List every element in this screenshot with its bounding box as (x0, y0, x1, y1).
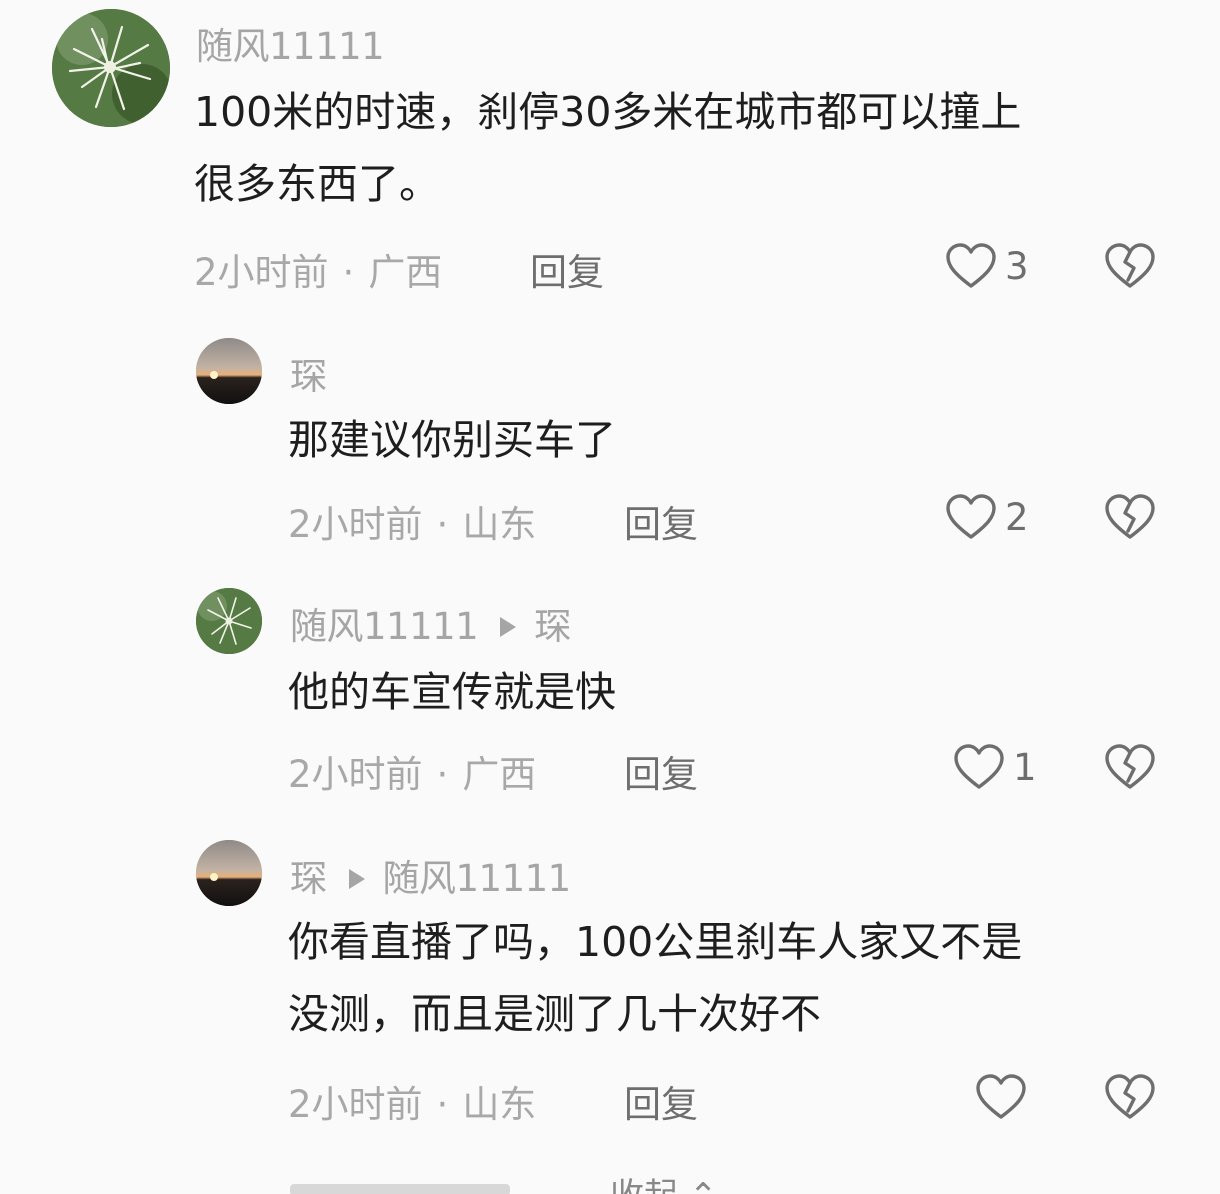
reply-target-name[interactable]: 琛 (534, 605, 571, 648)
comment-location: 广西 (462, 753, 537, 796)
user-avatar[interactable] (196, 840, 262, 906)
triangle-right-icon (500, 616, 517, 637)
sunset-avatar-icon (196, 338, 262, 404)
broken-heart-icon (1105, 1074, 1155, 1119)
comment-username: 琛 随风11111 (290, 848, 571, 902)
dislike-button[interactable] (1104, 1073, 1156, 1121)
expand-more-bar[interactable] (290, 1184, 510, 1194)
author-name[interactable]: 琛 (290, 857, 327, 900)
heart-outline-icon (976, 1074, 1026, 1119)
broken-heart-icon (1105, 494, 1155, 539)
like-count: 3 (1005, 244, 1029, 288)
user-avatar[interactable] (196, 338, 262, 404)
user-avatar[interactable] (52, 9, 170, 127)
comment-item: 琛 随风11111 你看直播了吗，100公里刹车人家又不是 没测，而且是测了几十次… (0, 812, 1220, 1152)
comment-time: 2小时前 (288, 753, 423, 796)
like-count: 2 (1005, 495, 1029, 539)
plant-avatar-icon (52, 9, 170, 127)
author-name[interactable]: 随风11111 (290, 605, 479, 648)
sunset-avatar-icon (196, 840, 262, 906)
comment-time: 2小时前 (288, 1083, 423, 1126)
broken-heart-icon (1105, 744, 1155, 789)
comment-username[interactable]: 琛 (290, 346, 327, 400)
comment-item: 随风11111 100米的时速，刹停30多米在城市都可以撞上 很多东西了。 2小… (0, 0, 1220, 310)
comment-text: 100米的时速，刹停30多米在城市都可以撞上 很多东西了。 (194, 88, 1022, 208)
collapse-label: 收起 (610, 1176, 678, 1194)
comment-footer: 收起 ⌃ (0, 1168, 1220, 1194)
heart-outline-icon (946, 494, 996, 539)
reply-button[interactable]: 回复 (624, 1074, 698, 1128)
dislike-button[interactable] (1104, 743, 1156, 791)
comment-meta: 2小时前 · 广西 (288, 753, 537, 796)
comment-username[interactable]: 随风11111 (196, 16, 385, 70)
like-button[interactable]: 1 (953, 743, 1037, 791)
reply-button[interactable]: 回复 (624, 744, 698, 798)
comment-item: 随风11111 琛 他的车宣传就是快 2小时前 · 广西 回复 1 (0, 560, 1220, 812)
triangle-right-icon (348, 868, 365, 889)
broken-heart-icon (1105, 243, 1155, 288)
reply-target-name[interactable]: 随风11111 (383, 857, 572, 900)
comment-meta: 2小时前 · 广西 (194, 251, 443, 294)
like-button[interactable]: 3 (945, 242, 1029, 290)
comment-item: 琛 那建议你别买车了 2小时前 · 山东 回复 2 (0, 310, 1220, 560)
comment-location: 山东 (462, 1083, 537, 1126)
comment-time: 2小时前 (194, 251, 329, 294)
comment-username: 随风11111 琛 (290, 596, 571, 650)
like-button[interactable]: 2 (945, 493, 1029, 541)
collapse-button[interactable]: 收起 ⌃ (610, 1168, 717, 1194)
dislike-button[interactable] (1104, 493, 1156, 541)
comment-location: 山东 (462, 503, 537, 546)
comment-location: 广西 (368, 251, 443, 294)
reply-button[interactable]: 回复 (530, 242, 604, 296)
heart-outline-icon (954, 744, 1004, 789)
chevron-up-icon: ⌃ (689, 1176, 718, 1194)
comment-text: 那建议你别买车了 (288, 416, 616, 464)
like-button[interactable] (975, 1073, 1035, 1121)
plant-avatar-icon (196, 588, 262, 654)
comment-time: 2小时前 (288, 503, 423, 546)
comment-meta: 2小时前 · 山东 (288, 503, 537, 546)
reply-button[interactable]: 回复 (624, 494, 698, 548)
user-avatar[interactable] (196, 588, 262, 654)
like-count: 1 (1013, 745, 1037, 789)
comment-text: 他的车宣传就是快 (288, 668, 616, 716)
comment-text: 你看直播了吗，100公里刹车人家又不是 没测，而且是测了几十次好不 (288, 918, 1023, 1038)
heart-outline-icon (946, 243, 996, 288)
comment-meta: 2小时前 · 山东 (288, 1083, 537, 1126)
dislike-button[interactable] (1104, 242, 1156, 290)
